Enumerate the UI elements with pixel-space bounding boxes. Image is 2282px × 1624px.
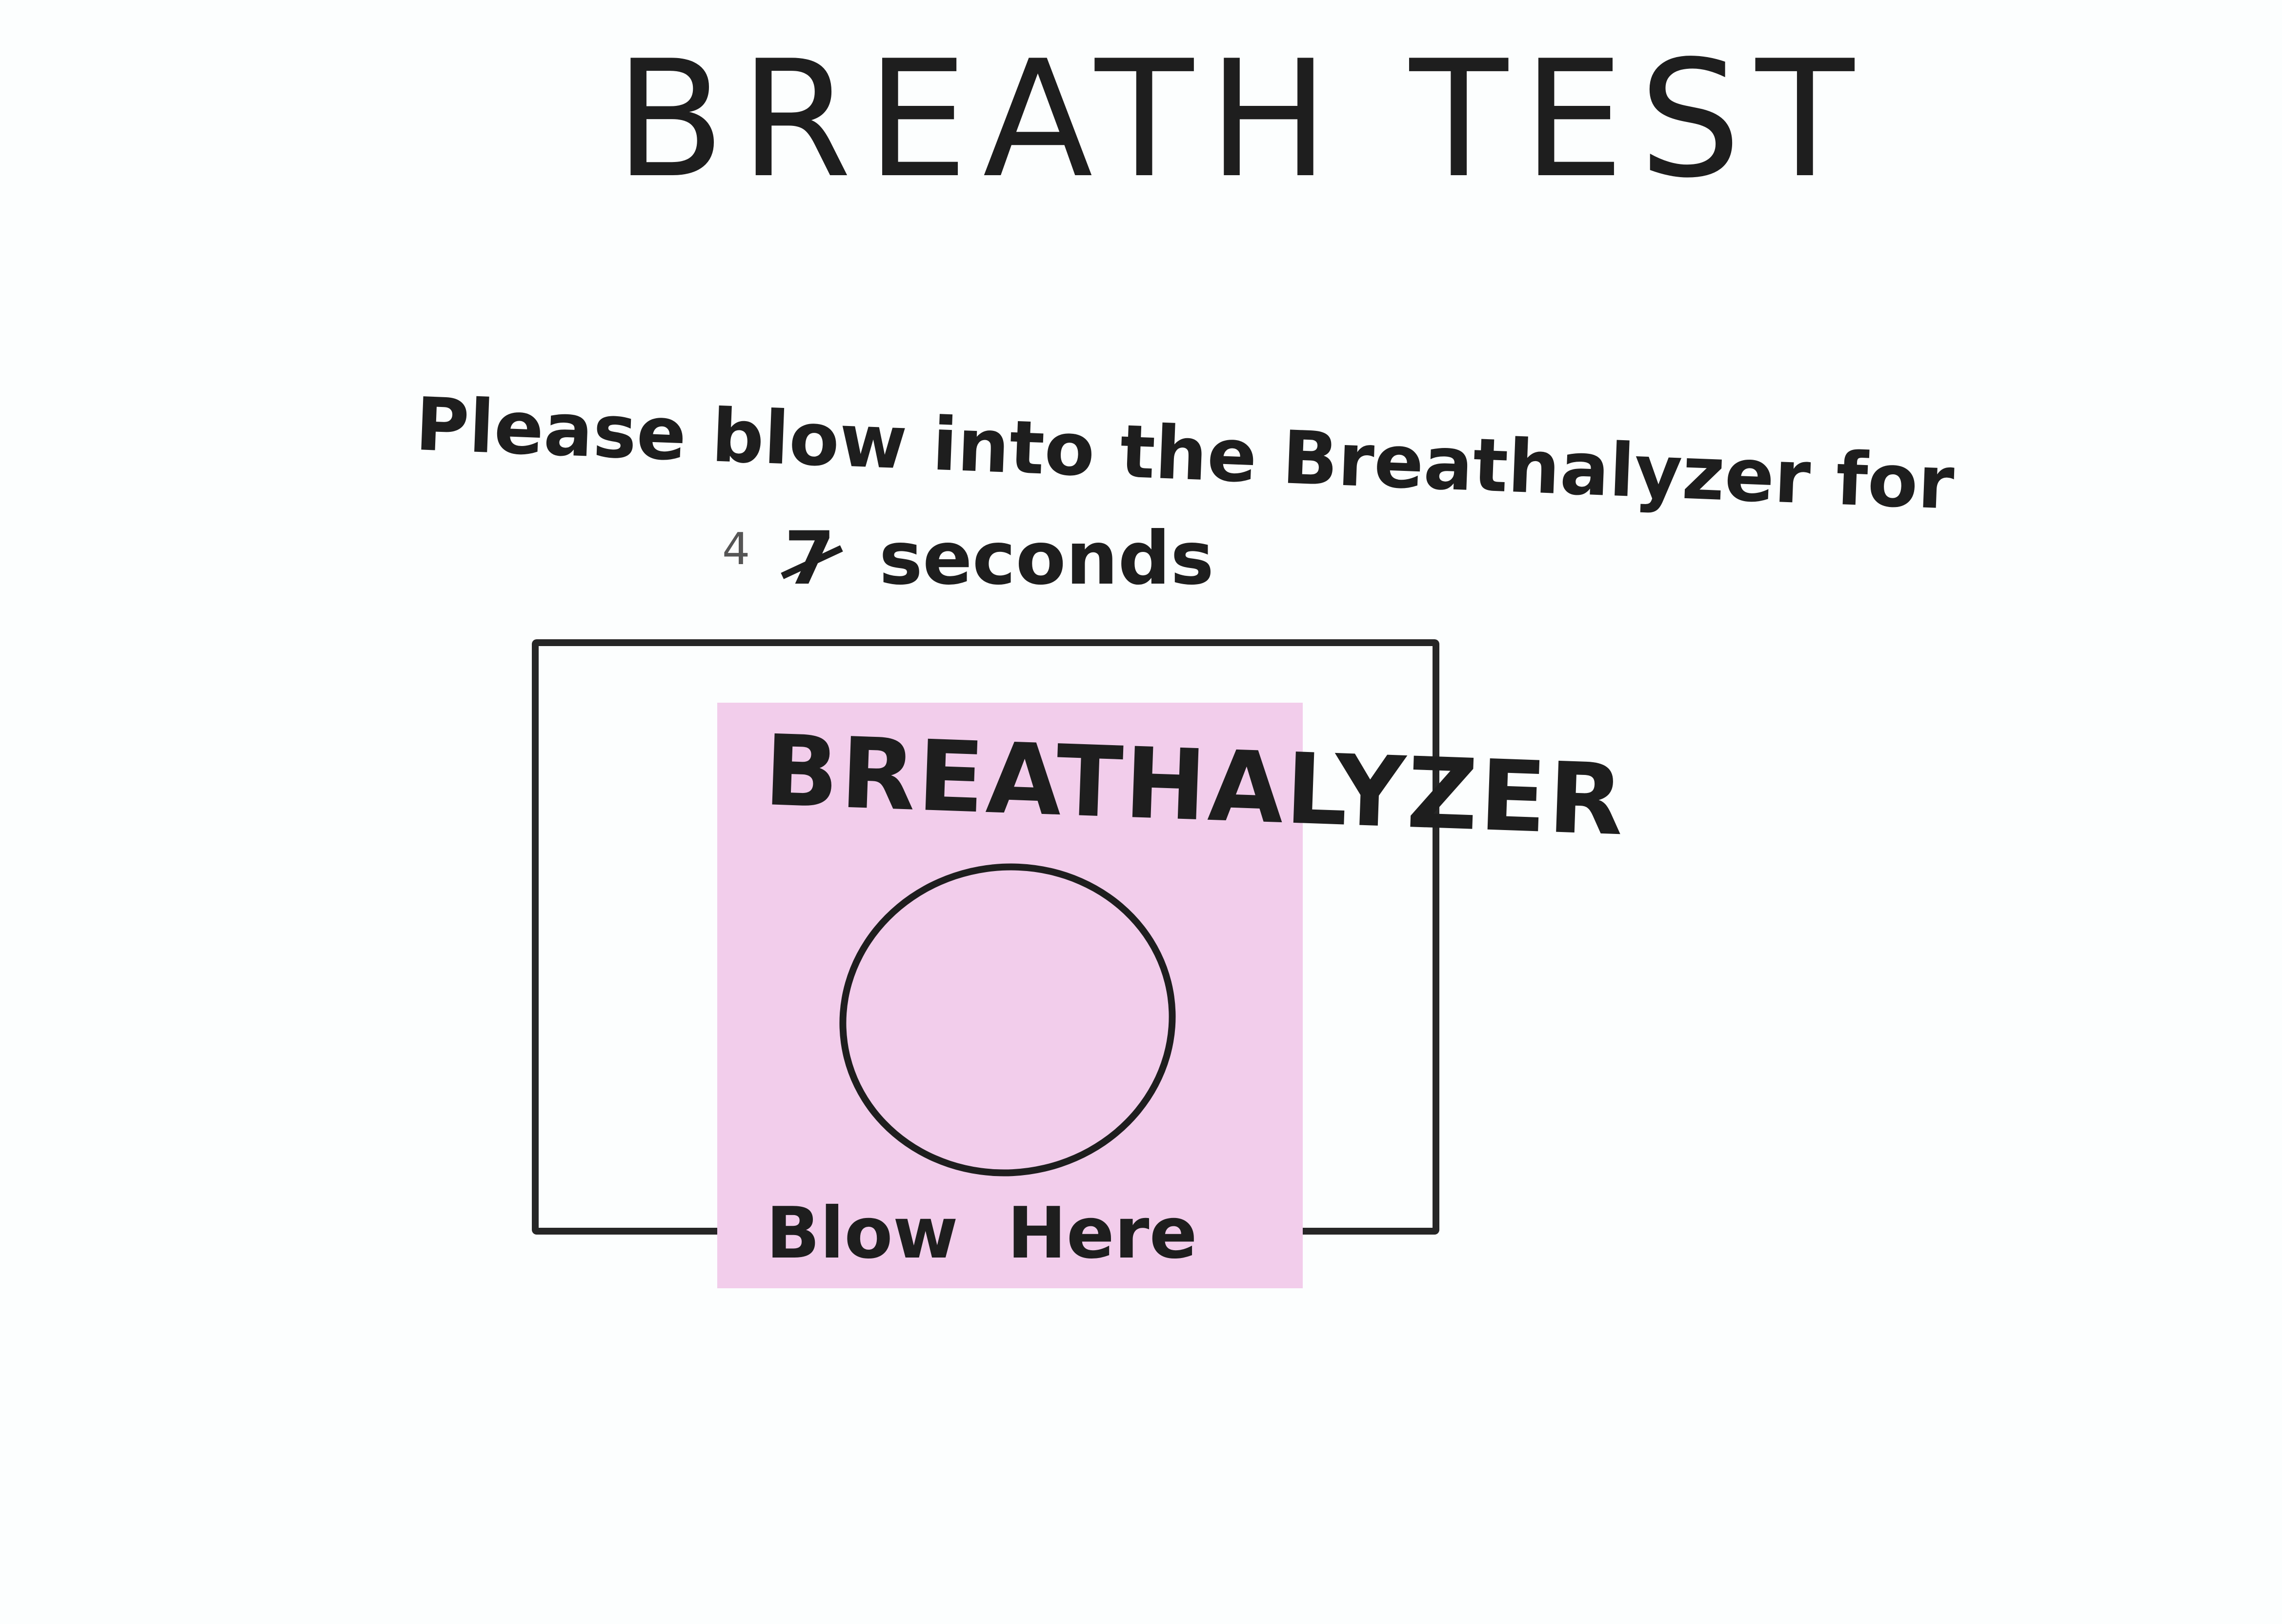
blow-here-label: Blow Here <box>766 1192 1197 1275</box>
duration-value: 4 <box>722 524 750 575</box>
instruction-text: Please blow into the Breathalyzer for <box>414 382 1956 527</box>
breath-test-screen: Breath Test Please blow into the Breatha… <box>0 0 2282 1624</box>
breathalyzer-panel[interactable]: BREATHALYZER Blow Here <box>717 703 1627 1288</box>
page-title: Breath Test <box>615 26 1869 213</box>
blow-circle-icon[interactable] <box>819 842 1196 1198</box>
duration-crossed-out-value: 7 <box>784 516 835 601</box>
breathalyzer-label: BREATHALYZER <box>762 714 1628 858</box>
duration-text: 4 7 seconds <box>722 522 1214 595</box>
duration-unit: seconds <box>879 516 1214 601</box>
